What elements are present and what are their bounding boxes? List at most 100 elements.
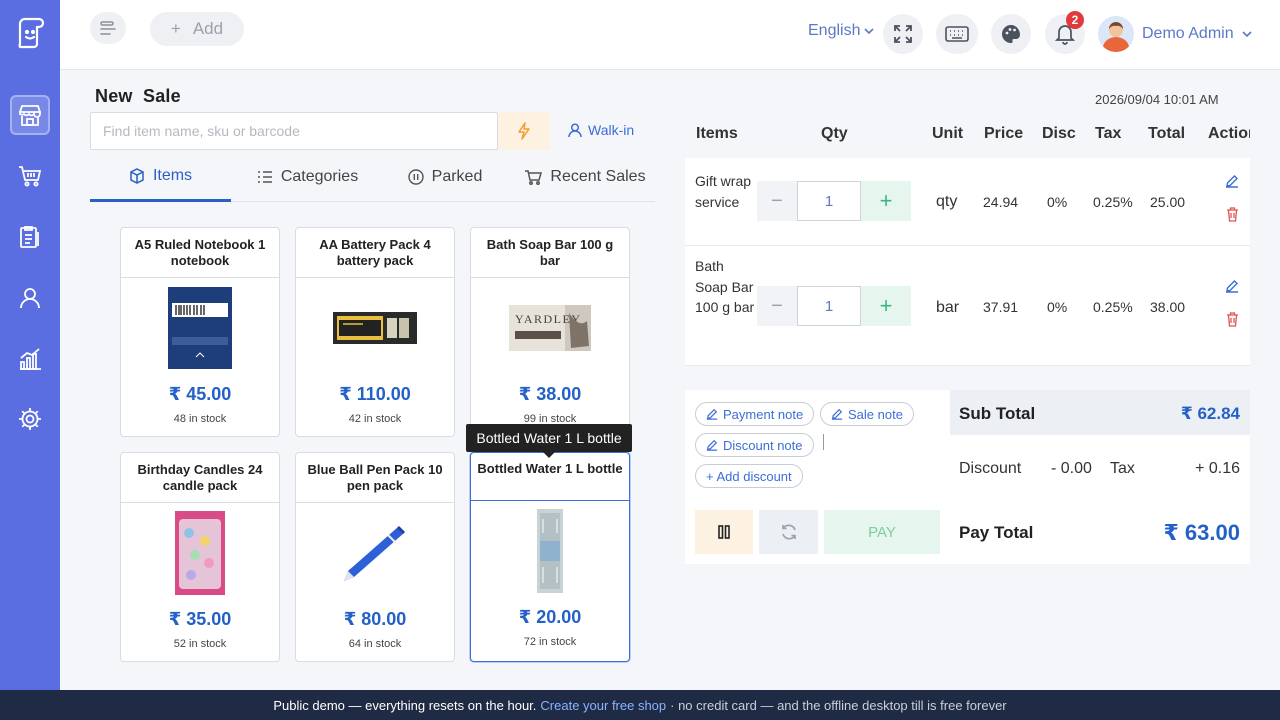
quantity-stepper: − 1 + (757, 286, 911, 326)
tab-label: Recent Sales (550, 168, 646, 185)
page-title: New Sale (95, 86, 181, 106)
language-label: English (808, 22, 861, 39)
quantity-input[interactable]: 1 (797, 181, 861, 221)
delete-icon[interactable] (1226, 207, 1239, 222)
tab-parked[interactable]: Parked (390, 152, 500, 202)
product-price: ₹ 45.00 (168, 384, 232, 404)
banner-text: Public demo — everything resets on the h… (273, 697, 537, 713)
product-card[interactable]: Bath Soap Bar 100 g bar YARDLEY ₹ 38.00 … (470, 227, 630, 437)
product-stock: 64 in stock (348, 638, 402, 650)
customer-selector[interactable]: Walk-in (568, 122, 634, 138)
add-label: Add (192, 19, 224, 38)
product-card[interactable]: AA Battery Pack 4 battery pack ₹ 110.00 … (295, 227, 455, 437)
product-card[interactable]: Birthday Candles 24 candle pack ₹ 35.00 … (120, 452, 280, 662)
search-input[interactable] (90, 112, 498, 150)
product-price: ₹ 80.00 (343, 609, 407, 629)
keyboard-button[interactable] (936, 14, 978, 54)
notification-badge: 2 (1066, 11, 1084, 29)
cart-row: Gift wrap service − 1 + qty 24.94 0% 0.2… (685, 158, 1250, 246)
discount-tax-row: Discount - 0.00 Tax + 0.16 (950, 435, 1250, 500)
user-menu[interactable]: Demo Admin (1098, 16, 1252, 52)
payment-note-label: Payment note (723, 406, 804, 422)
edit-icon (831, 408, 843, 420)
cart-header: Items Qty Unit Price Disc Tax Total Acti… (685, 120, 1250, 150)
tab-recent-sales[interactable]: Recent Sales (520, 152, 650, 202)
chevron-down-icon (1242, 31, 1252, 38)
edit-icon (706, 408, 718, 420)
user-icon (568, 122, 582, 137)
cart-item-disc: 0% (1047, 299, 1068, 315)
delete-icon[interactable] (1226, 312, 1239, 327)
edit-icon[interactable] (1225, 174, 1239, 188)
quick-add-button[interactable] (498, 112, 550, 150)
park-sale-button[interactable] (695, 510, 753, 554)
cart-item-total: 38.00 (1150, 299, 1186, 315)
payment-note-button[interactable]: Payment note (695, 402, 815, 426)
plus-icon: + (170, 19, 181, 38)
demo-banner: Public demo — everything resets on the h… (0, 690, 1280, 720)
cart-row: Bath Soap Bar 100 g bar − 1 + bar 37.91 … (685, 246, 1250, 366)
item-tabs: Items Categories Parked Recent Sales (90, 152, 655, 202)
product-stock: 72 in stock (523, 636, 577, 648)
expand-icon (894, 25, 912, 43)
product-price: ₹ 38.00 (518, 384, 582, 404)
edit-icon[interactable] (1225, 279, 1239, 293)
cart-item-unit: qty (936, 193, 958, 210)
discount-value: - 0.00 (1051, 460, 1092, 477)
product-stock: 48 in stock (173, 413, 227, 425)
add-button[interactable]: + Add (150, 12, 244, 46)
sidebar-item-reports[interactable] (10, 339, 50, 379)
theme-button[interactable] (991, 14, 1031, 54)
sale-note-label: Sale note (848, 406, 903, 422)
increment-button[interactable]: + (861, 181, 911, 221)
sidebar-item-pos[interactable] (10, 95, 50, 135)
column-header-price: Price (984, 125, 1024, 142)
chevron-down-icon (864, 28, 875, 35)
pay-button[interactable]: PAY (824, 510, 940, 554)
tab-items[interactable]: Items (90, 152, 231, 202)
product-stock: 42 in stock (348, 413, 402, 425)
product-name: Bottled Water 1 L bottle (471, 453, 629, 501)
tab-label: Categories (280, 168, 359, 185)
product-card[interactable]: Bottled Water 1 L bottle ₹ 20.00 72 in s… (470, 452, 630, 662)
product-name: Birthday Candles 24 candle pack (121, 453, 279, 503)
create-shop-link[interactable]: Create your free shop (540, 698, 666, 713)
app-logo-icon[interactable] (10, 12, 50, 52)
column-header-qty: Qty (821, 125, 848, 142)
product-name: A5 Ruled Notebook 1 notebook (121, 228, 279, 278)
quantity-stepper: − 1 + (757, 181, 911, 221)
product-stock: 52 in stock (173, 638, 227, 650)
decrement-button[interactable]: − (757, 286, 797, 326)
product-card[interactable]: Blue Ball Pen Pack 10 pen pack ₹ 80.00 6… (295, 452, 455, 662)
notifications-button[interactable]: 2 (1045, 11, 1085, 54)
discount-note-button[interactable]: Discount note (695, 433, 814, 457)
discount-note-label: Discount note (723, 437, 803, 453)
fullscreen-button[interactable] (883, 14, 923, 54)
tax-label: Tax (1110, 460, 1135, 477)
sidebar-item-orders[interactable] (10, 217, 50, 257)
pause-circle-icon (407, 169, 424, 185)
subtotal-row: Sub Total ₹ 62.84 (950, 390, 1250, 435)
pause-icon (718, 525, 730, 539)
add-discount-button[interactable]: + Add discount (695, 464, 803, 488)
decrement-button[interactable]: − (757, 181, 797, 221)
list-icon (257, 171, 272, 183)
quantity-input[interactable]: 1 (797, 286, 861, 326)
column-header-tax: Tax (1095, 125, 1122, 142)
subtotal-value: ₹ 62.84 (1180, 404, 1240, 423)
increment-button[interactable]: + (861, 286, 911, 326)
product-card[interactable]: A5 Ruled Notebook 1 notebook ₹ 45.00 48 … (120, 227, 280, 437)
column-header-action: Action (1208, 125, 1250, 142)
keyboard-icon (945, 26, 969, 42)
reset-sale-button[interactable] (759, 510, 818, 554)
menu-toggle-button[interactable] (90, 12, 126, 44)
pay-total-label: Pay Total (959, 523, 1034, 542)
sale-note-button[interactable]: Sale note (820, 402, 914, 426)
sale-datetime: 2026/09/04 10:01 AM (1095, 92, 1219, 107)
sidebar-item-customers[interactable] (10, 278, 50, 318)
language-selector[interactable]: English (808, 22, 875, 40)
tab-categories[interactable]: Categories (240, 152, 375, 202)
sidebar-item-purchases[interactable] (10, 156, 50, 196)
product-name: AA Battery Pack 4 battery pack (296, 228, 454, 278)
sidebar-item-settings[interactable] (10, 399, 50, 439)
